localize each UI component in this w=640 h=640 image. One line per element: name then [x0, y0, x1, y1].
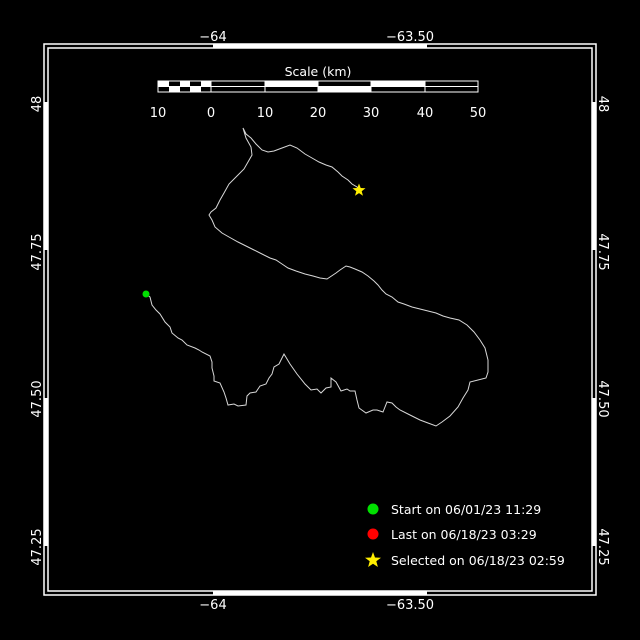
bottom-tick-label: −63.50 [386, 598, 434, 613]
right-tick-label: 47.25 [595, 528, 610, 565]
scale-bar-label: 0 [207, 106, 215, 121]
legend-start-label: Start on 06/01/23 11:29 [391, 502, 541, 517]
left-tick-label: 47.75 [30, 233, 45, 270]
legend-selected-label: Selected on 06/18/23 02:59 [391, 553, 565, 568]
bottom-tick-label: −64 [199, 598, 226, 613]
right-tick-label: 47.50 [595, 380, 610, 417]
start-marker [142, 290, 150, 298]
legend-last-label: Last on 06/18/23 03:29 [391, 527, 537, 542]
map-legend: Start on 06/01/23 11:29 Last on 06/18/23… [365, 502, 565, 568]
scale-bar-label: 50 [470, 106, 487, 121]
top-tick-label: −63.50 [386, 30, 434, 45]
scale-bar-label: 10 [257, 106, 274, 121]
top-tick-label: −64 [199, 30, 226, 45]
scale-bar-label: 20 [310, 106, 327, 121]
scale-bar-label: 40 [417, 106, 434, 121]
right-tick-label: 47.75 [595, 233, 610, 270]
scale-bar-label: 30 [363, 106, 380, 121]
left-tick-label: 47.50 [30, 380, 45, 417]
scale-bar-title: Scale (km) [285, 64, 352, 79]
right-tick-label: 48 [595, 96, 610, 113]
left-tick-label: 47.25 [30, 528, 45, 565]
scale-bar-label: 10 [150, 106, 167, 121]
legend-start-icon [367, 503, 379, 515]
drift-track-map: −64 −63.50 −64 −63.50 48 47.75 47.50 47.… [0, 0, 640, 640]
left-tick-label: 48 [30, 96, 45, 113]
legend-last-icon [367, 528, 379, 540]
